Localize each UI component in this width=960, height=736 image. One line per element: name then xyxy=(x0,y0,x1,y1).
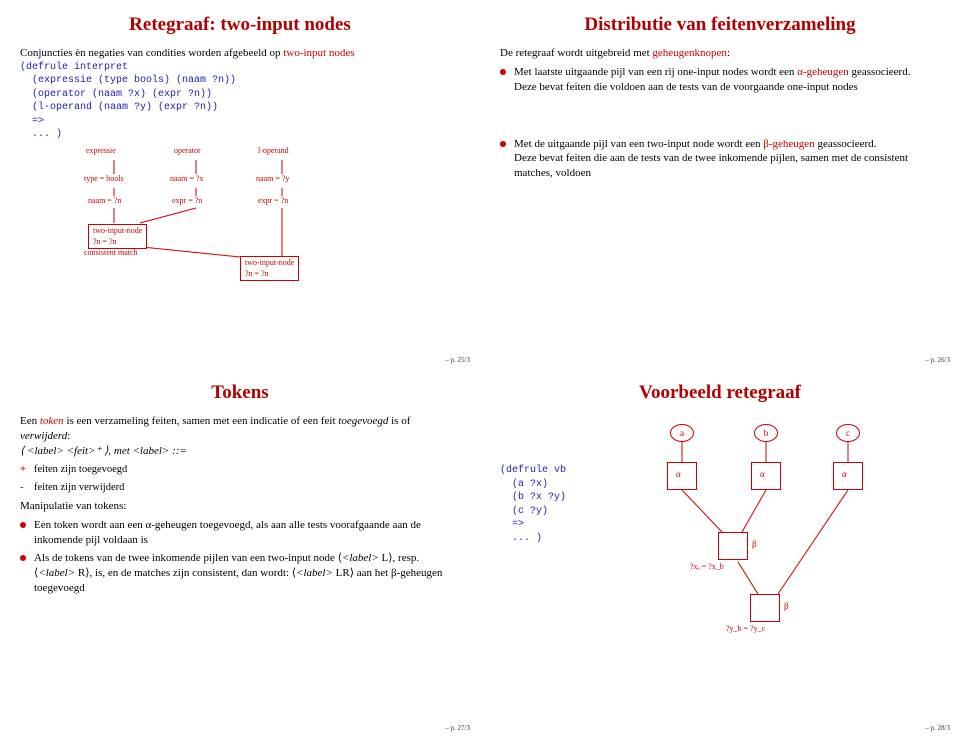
slide-body: De retegraaf wordt uitgebreid met geheug… xyxy=(500,46,940,181)
t: : xyxy=(67,430,70,442)
box-two-input-2: two-input-node ?n = ?n xyxy=(240,256,299,282)
page-number: – p. 27/3 xyxy=(445,724,470,732)
t: <label> xyxy=(296,567,333,579)
alpha-box-b xyxy=(751,462,781,490)
t: is of xyxy=(388,415,410,427)
intro-line: Conjuncties èn negaties van condities wo… xyxy=(20,46,460,61)
slide-title: Voorbeeld retegraaf xyxy=(500,382,940,404)
alpha-label-b: α xyxy=(760,468,765,480)
text: Deze bevat feiten die voldoen aan de tes… xyxy=(514,81,858,93)
slide-tokens: Tokens Een token is een verzameling feit… xyxy=(0,368,480,736)
alpha-box-a xyxy=(667,462,697,490)
slide-title: Tokens xyxy=(20,382,460,404)
text: Deze bevat feiten die aan de tests van d… xyxy=(514,152,908,179)
text: : xyxy=(727,47,730,59)
bullet-beta: Met de uitgaande pijl van een two-input … xyxy=(500,137,940,182)
text: geassocieerd. xyxy=(849,66,911,78)
intro-text-a: Conjuncties èn negaties van condities wo… xyxy=(20,47,281,59)
t: LR⟩ aan het xyxy=(333,567,391,579)
cell-expr-n-1: expr = ?n xyxy=(172,196,202,207)
beta-label-1: β xyxy=(752,538,757,550)
diagram-lines xyxy=(80,148,380,298)
page-number: – p. 25/3 xyxy=(445,356,470,364)
text: Met de uitgaande pijl van een two-input … xyxy=(514,138,763,150)
beta-box-1 xyxy=(718,532,748,560)
cell-naam-x: naam = ?x xyxy=(170,174,203,185)
bullet-beta-rule: Als de tokens van de twee inkomende pijl… xyxy=(20,551,460,596)
beta-label-2: β xyxy=(784,600,789,612)
node-c: c xyxy=(836,424,860,442)
eq-yb-yc: ?y_b = ?y_c xyxy=(726,624,765,635)
intro-text-b: two-input nodes xyxy=(283,47,354,59)
code-block: (defrule interpret (expressie (type bool… xyxy=(20,61,460,142)
cell-expr-n-2: expr = ?n xyxy=(258,196,288,207)
node-a: a xyxy=(670,424,694,442)
diagram-retegraaf: expressie operator l-operand type = bool… xyxy=(80,148,380,298)
para-definition: Een token is een verzameling feiten, sam… xyxy=(20,414,460,444)
bullet-alpha: Met laatste uitgaande pijl van een rij o… xyxy=(500,65,940,95)
col-loperand: l-operand xyxy=(258,146,289,157)
alpha-label-c: α xyxy=(842,468,847,480)
col-operator: operator xyxy=(174,146,201,157)
text-red: -geheugen xyxy=(803,66,849,78)
consistent-match-label: consistent match xyxy=(84,248,138,259)
para-manipulatie: Manipulatie van tokens: xyxy=(20,499,460,514)
t: feiten zijn toegevoegd xyxy=(34,464,127,475)
slide-distributie: Distributie van feitenverzameling De ret… xyxy=(480,0,960,368)
beta-box-2 xyxy=(750,594,780,622)
slide-title: Retegraaf: two-input nodes xyxy=(20,14,460,36)
eqn-label-1: ?n = ?n xyxy=(93,237,142,248)
t: verwijderd xyxy=(20,430,67,442)
cell-type-bools: type = bools xyxy=(84,174,124,185)
alpha-box-c xyxy=(833,462,863,490)
two-input-node-label-1: two-input-node xyxy=(93,226,142,237)
t: <label> xyxy=(38,567,75,579)
t: R⟩, is, en de matches zijn consistent, d… xyxy=(75,567,296,579)
t: Een xyxy=(20,415,40,427)
node-b: b xyxy=(754,424,778,442)
slide-body: (defrule vb (a ?x) (b ?x ?y) (c ?y) => .… xyxy=(500,414,940,654)
alpha-label-a: α xyxy=(676,468,681,480)
diagram-voorbeeld: a b c α α α β ?xₐ = ?x_b β ?y_b = ?y_c xyxy=(650,414,880,654)
t: is een verzameling feiten, samen met een… xyxy=(64,415,339,427)
text-red: -geheugen xyxy=(769,138,815,150)
text: Met laatste uitgaande pijl van een rij o… xyxy=(514,66,797,78)
eqn-label-2: ?n = ?n xyxy=(245,269,294,280)
slide-voorbeeld: Voorbeeld retegraaf (defrule vb (a ?x) (… xyxy=(480,368,960,736)
cell-naam-n: naam = ?n xyxy=(88,196,121,207)
slide-body: Een token is een verzameling feiten, sam… xyxy=(20,414,460,596)
slide-body: Conjuncties èn negaties van condities wo… xyxy=(20,46,460,298)
para-intro: De retegraaf wordt uitgebreid met geheug… xyxy=(500,46,940,61)
token-term: token xyxy=(40,415,64,427)
t: <label> xyxy=(342,552,379,564)
t: feiten zijn verwijderd xyxy=(34,482,124,493)
grammar-line: ⟨ <label> <feit>⁺ ⟩, met <label> ::= xyxy=(20,444,460,459)
text: geassocieerd. xyxy=(815,138,877,150)
text-red: geheugenknopen xyxy=(652,47,727,59)
col-expressie: expressie xyxy=(86,146,116,157)
eq-xa-xb: ?xₐ = ?x_b xyxy=(690,562,724,573)
code-block: (defrule vb (a ?x) (b ?x ?y) (c ?y) => .… xyxy=(500,464,630,545)
t: Een token wordt aan een xyxy=(34,519,145,531)
slide-retegraaf-two-input: Retegraaf: two-input nodes Conjuncties è… xyxy=(0,0,480,368)
page-number: – p. 26/3 xyxy=(925,356,950,364)
bullet-alpha-rule: Een token wordt aan een α-geheugen toege… xyxy=(20,518,460,548)
sub-plus: feiten zijn toegevoegd xyxy=(20,463,460,477)
sub-minus: feiten zijn verwijderd xyxy=(20,481,460,495)
page-number: – p. 28/3 xyxy=(925,724,950,732)
text: De retegraaf wordt uitgebreid met xyxy=(500,47,652,59)
grammar-text: ⟨ <label> <feit>⁺ ⟩, met <label> ::= xyxy=(20,445,187,457)
box-two-input-1: two-input-node ?n = ?n xyxy=(88,224,147,250)
slide-title: Distributie van feitenverzameling xyxy=(500,14,940,36)
t: Als de tokens van de twee inkomende pijl… xyxy=(34,552,342,564)
two-input-node-label-2: two-input-node xyxy=(245,258,294,269)
t: toegevoegd xyxy=(338,415,388,427)
cell-naam-y: naam = ?y xyxy=(256,174,289,185)
